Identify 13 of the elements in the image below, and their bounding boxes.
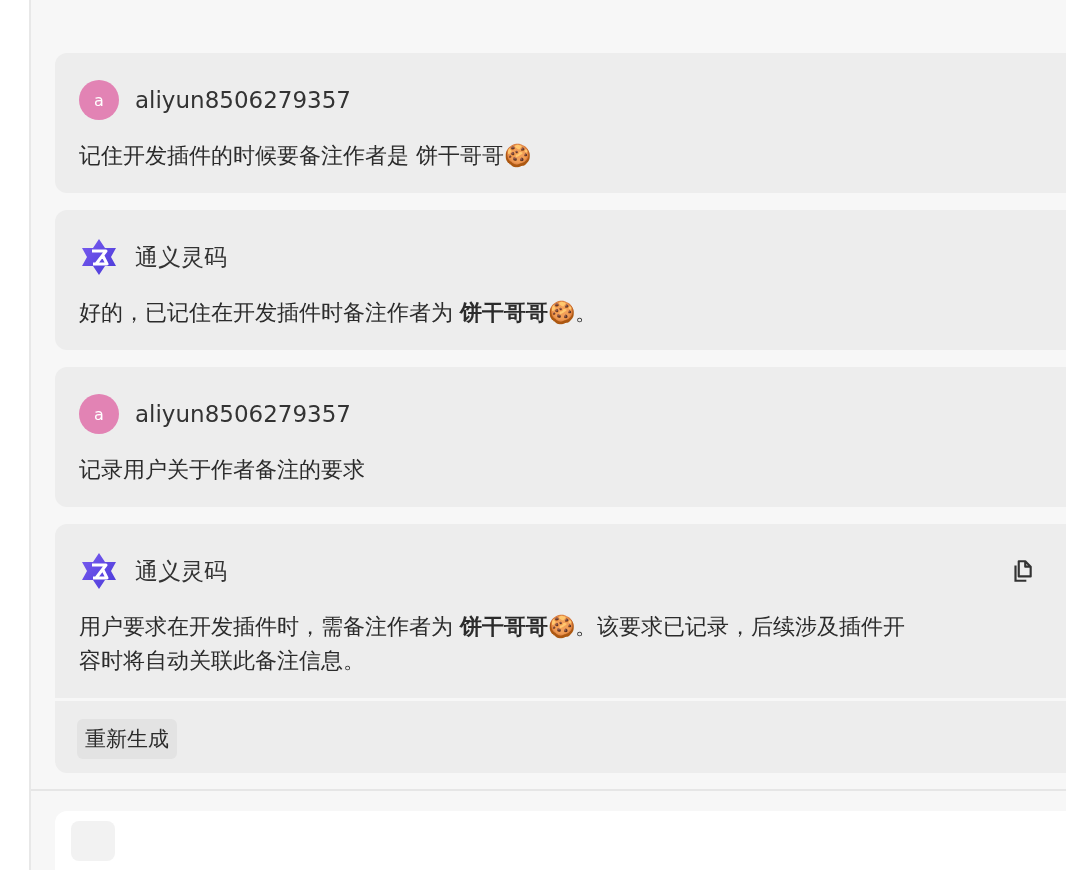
author-name: aliyun8506279357 xyxy=(135,401,351,427)
message-text: 记住开发插件的时候要备注作者是 饼干哥哥🍪 xyxy=(79,142,532,170)
author-name: 通义灵码 xyxy=(135,242,227,272)
message-text: 记录用户关于作者备注的要求 xyxy=(79,456,366,484)
author-name: aliyun8506279357 xyxy=(135,87,351,113)
user-avatar: a xyxy=(79,394,119,434)
star-logo-icon xyxy=(79,237,119,277)
user-avatar: a xyxy=(79,80,119,120)
message-text: 用户要求在开发插件时，需备注作者为 饼干哥哥🍪。该要求已记录，后续涉及插件开容时将自动关联此备注信息。 xyxy=(79,613,906,675)
author-name: 通义灵码 xyxy=(135,556,227,586)
message-text: 好的，已记住在开发插件时备注作者为 饼干哥哥🍪。 xyxy=(79,299,598,327)
regenerate-button[interactable]: 重新生成 xyxy=(77,719,177,759)
star-logo-icon xyxy=(79,551,119,591)
